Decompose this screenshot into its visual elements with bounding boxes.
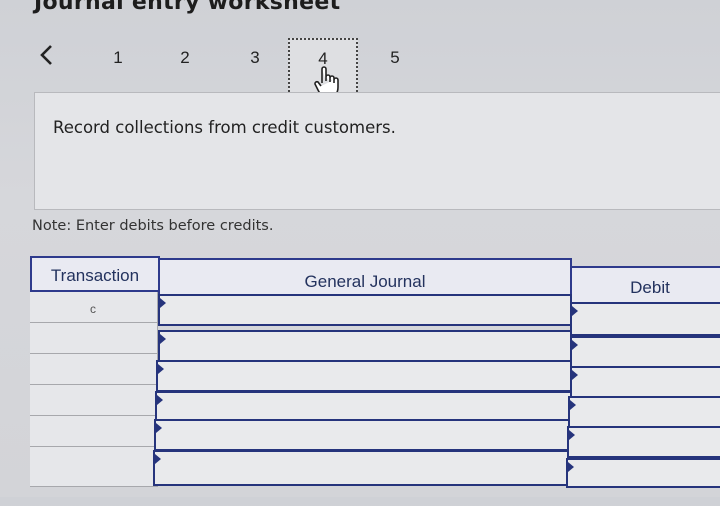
page-title: Journal entry worksheet bbox=[34, 0, 341, 15]
general-journal-input[interactable] bbox=[156, 360, 572, 392]
instruction-text: Record collections from credit customers… bbox=[53, 118, 396, 137]
table-row bbox=[30, 416, 158, 447]
journal-table: Transaction General Journal Debit c bbox=[30, 256, 720, 506]
note-text: Note: Enter debits before credits. bbox=[32, 218, 274, 234]
page-5-button[interactable]: 5 bbox=[380, 48, 410, 68]
page-1-button[interactable]: 1 bbox=[103, 48, 133, 68]
debit-input[interactable] bbox=[570, 302, 720, 336]
page-2-button[interactable]: 2 bbox=[170, 48, 200, 68]
transaction-label: c bbox=[90, 302, 96, 316]
debit-input[interactable] bbox=[570, 366, 720, 398]
pager: 1 2 3 4 5 bbox=[0, 38, 720, 100]
column-header-transaction: Transaction bbox=[30, 256, 160, 292]
table-row: c bbox=[30, 292, 158, 323]
debit-input[interactable] bbox=[568, 396, 720, 428]
general-journal-input[interactable] bbox=[158, 330, 572, 362]
table-row bbox=[30, 447, 158, 487]
page-3-button[interactable]: 3 bbox=[240, 48, 270, 68]
debit-input[interactable] bbox=[567, 426, 720, 458]
column-header-general-journal: General Journal bbox=[158, 258, 572, 296]
table-row bbox=[30, 354, 158, 385]
instruction-panel: Record collections from credit customers… bbox=[34, 92, 720, 210]
general-journal-input[interactable] bbox=[153, 450, 572, 486]
chevron-left-icon[interactable] bbox=[36, 40, 58, 70]
general-journal-input[interactable] bbox=[158, 294, 572, 326]
general-journal-input[interactable] bbox=[154, 419, 572, 451]
table-row bbox=[30, 323, 158, 354]
column-header-debit: Debit bbox=[570, 266, 720, 304]
table-row bbox=[30, 385, 158, 416]
debit-input[interactable] bbox=[570, 336, 720, 368]
debit-input[interactable] bbox=[566, 458, 720, 488]
